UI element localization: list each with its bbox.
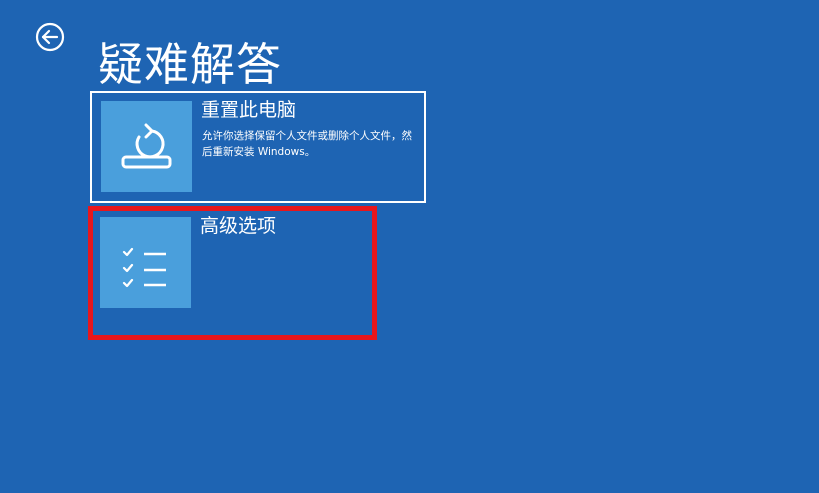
page-title: 疑难解答 xyxy=(98,38,283,92)
reset-pc-description: 允许你选择保留个人文件或删除个人文件，然后重新安装 Windows。 xyxy=(202,130,412,158)
back-button[interactable] xyxy=(33,20,67,54)
advanced-options-title: 高级选项 xyxy=(200,215,277,237)
advanced-options-tile xyxy=(100,217,191,308)
reset-pc-tile xyxy=(101,101,192,192)
header: 疑难解答 xyxy=(0,0,819,91)
back-arrow-circle-icon xyxy=(35,22,65,52)
reset-pc-option[interactable]: 重置此电脑 允许你选择保留个人文件或删除个人文件，然后重新安装 Windows。 xyxy=(90,91,426,203)
advanced-options-option[interactable]: 高级选项 xyxy=(90,208,426,320)
checklist-icon xyxy=(122,247,166,288)
reset-pc-title: 重置此电脑 xyxy=(201,99,297,121)
reset-pc-icon xyxy=(121,123,172,169)
